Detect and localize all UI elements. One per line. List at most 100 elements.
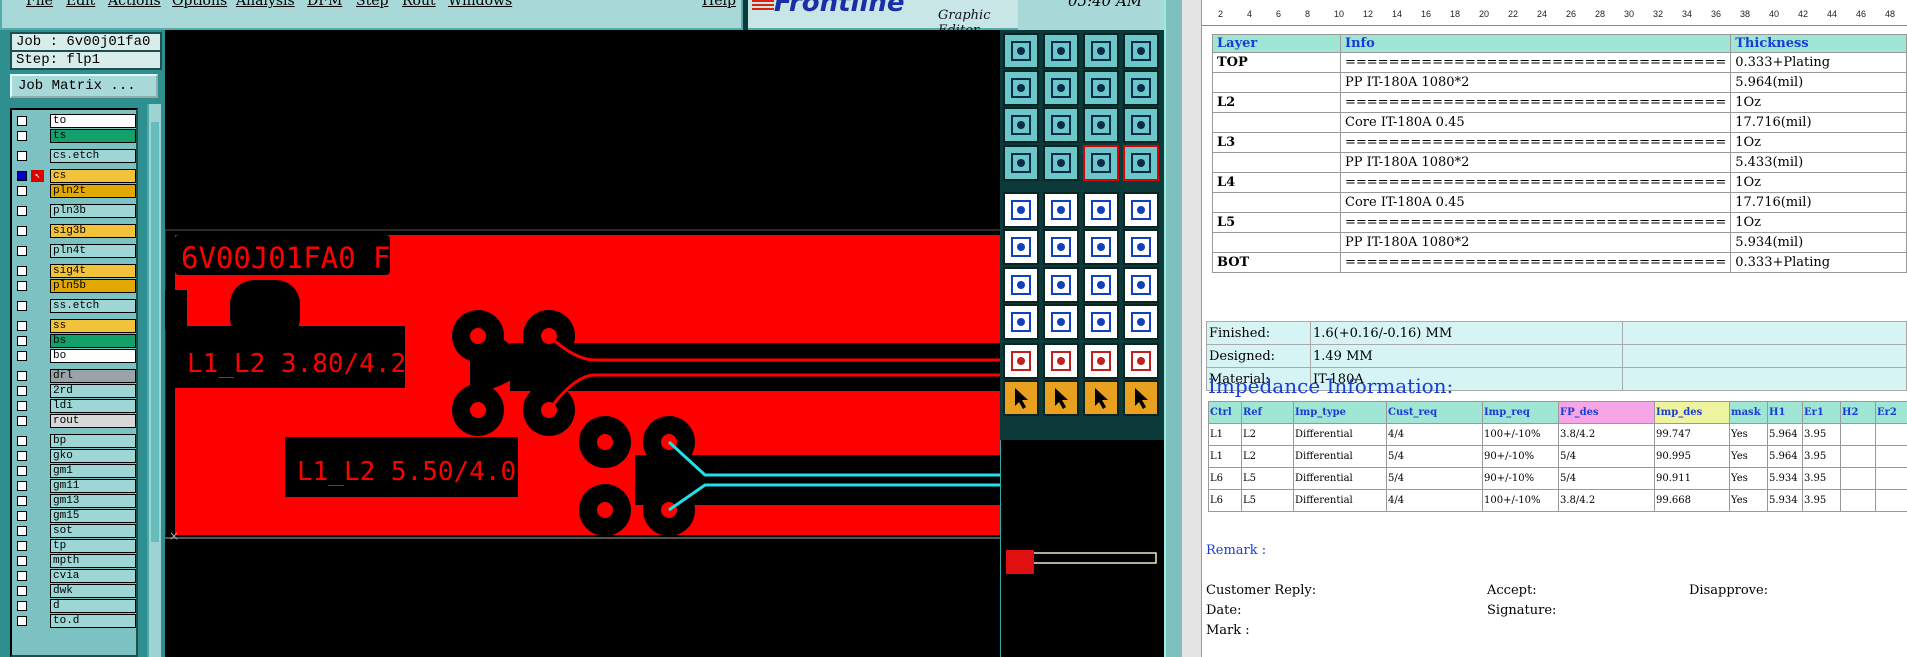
layer-name[interactable]: drl [50, 369, 136, 383]
zoom-center-icon[interactable] [1043, 107, 1079, 143]
layer-name[interactable]: cvia [50, 569, 136, 583]
layer-checkbox[interactable] [17, 556, 27, 566]
layer-checkbox[interactable] [17, 436, 27, 446]
group-icon[interactable] [1123, 304, 1159, 340]
layer-name[interactable]: sig4t [50, 264, 136, 278]
layer-checkbox[interactable] [17, 336, 27, 346]
document-page[interactable]: Layer Info Thickness TOP ================… [1204, 26, 1907, 657]
layer-row[interactable]: pln4t [14, 244, 138, 258]
layer-row[interactable]: sig3b [14, 224, 138, 238]
layer-checkbox[interactable] [17, 186, 27, 196]
layer-name[interactable]: mpth [50, 554, 136, 568]
layer-name[interactable]: to [50, 114, 136, 128]
layer-name[interactable]: ldi [50, 399, 136, 413]
layer-name[interactable]: gm13 [50, 494, 136, 508]
layer-row[interactable]: gm11 [14, 479, 138, 493]
layer-checkbox[interactable] [17, 481, 27, 491]
layer-name[interactable]: pln4t [50, 244, 136, 258]
job-matrix-button[interactable]: Job Matrix ... [10, 74, 158, 98]
strip-icon[interactable] [1083, 192, 1119, 228]
triangle-alt-icon[interactable] [1043, 343, 1079, 379]
pan-right-icon[interactable] [1043, 70, 1079, 106]
layer-checkbox[interactable] [17, 466, 27, 476]
layer-name[interactable]: ss.etch [50, 299, 136, 313]
layer-name[interactable]: pln3b [50, 204, 136, 218]
layer-name[interactable]: d [50, 599, 136, 613]
zoom-in-icon[interactable] [1003, 107, 1039, 143]
layer-row[interactable]: pln5b [14, 279, 138, 293]
layer-name[interactable]: bp [50, 434, 136, 448]
layer-checkbox[interactable] [17, 401, 27, 411]
layer-checkbox[interactable] [17, 586, 27, 596]
snap-icon[interactable] [1123, 70, 1159, 106]
layer-checkbox[interactable] [17, 541, 27, 551]
layer-row[interactable]: to.d [14, 614, 138, 628]
layer-name[interactable]: to.d [50, 614, 136, 628]
layer-name[interactable]: 2rd [50, 384, 136, 398]
layer-name[interactable]: gm11 [50, 479, 136, 493]
layer-row[interactable]: gm15 [14, 509, 138, 523]
layer-name[interactable]: ss [50, 319, 136, 333]
help-icon[interactable] [1123, 107, 1159, 143]
layer-checkbox[interactable] [17, 171, 27, 181]
layer-checkbox[interactable] [17, 496, 27, 506]
graphic-canvas[interactable]: 6V00J01FA0 FLP1 L1_L2 3.80/4.20 L1_L2 5.… [165, 30, 1000, 657]
layer-checkbox[interactable] [17, 601, 27, 611]
pad-icon[interactable] [1003, 192, 1039, 228]
layer-checkbox[interactable] [17, 281, 27, 291]
layer-row[interactable]: sig4t [14, 264, 138, 278]
layer-row[interactable]: pln3b [14, 204, 138, 218]
layer-name[interactable]: gm15 [50, 509, 136, 523]
layer-checkbox[interactable] [17, 226, 27, 236]
angle-icon[interactable] [1003, 267, 1039, 303]
trapezoid-alt-icon[interactable] [1123, 343, 1159, 379]
menu-dfm[interactable]: DFM [307, 0, 342, 9]
layer-checkbox[interactable] [17, 266, 27, 276]
layer-checkbox[interactable] [17, 151, 27, 161]
layer-row[interactable]: gm13 [14, 494, 138, 508]
layer-name[interactable]: sot [50, 524, 136, 538]
window-icon[interactable] [1123, 33, 1159, 69]
layer-name[interactable]: bo [50, 349, 136, 363]
menu-options[interactable]: Options [172, 0, 227, 9]
layer-checkbox[interactable] [17, 246, 27, 256]
layer-row[interactable]: ↖ cs [14, 169, 138, 183]
layer-row[interactable]: ss [14, 319, 138, 333]
select-box-icon[interactable] [1043, 380, 1079, 416]
menu-help[interactable]: Help [702, 0, 736, 9]
layer-name[interactable]: pln5b [50, 279, 136, 293]
select-grid-icon[interactable] [1123, 380, 1159, 416]
layer-checkbox[interactable] [17, 511, 27, 521]
layer-checkbox[interactable] [17, 571, 27, 581]
layer-name[interactable]: dwk [50, 584, 136, 598]
menu-windows[interactable]: Windows [448, 0, 512, 9]
layer-row[interactable]: cs.etch [14, 149, 138, 163]
menu-edit[interactable]: Edit [66, 0, 95, 9]
round-pad-icon[interactable] [1123, 192, 1159, 228]
layer-list-scrollbar[interactable] [147, 104, 161, 657]
delete-icon[interactable] [1043, 229, 1079, 265]
home-icon[interactable] [1083, 33, 1119, 69]
connect-icon[interactable] [1003, 229, 1039, 265]
layer-checkbox[interactable] [17, 321, 27, 331]
layer-name[interactable]: ts [50, 129, 136, 143]
layer-row[interactable]: gm1 [14, 464, 138, 478]
net-highlight-icon[interactable] [1083, 145, 1119, 181]
select-rotate-icon[interactable] [1083, 380, 1119, 416]
layer-row[interactable]: dwk [14, 584, 138, 598]
net-select-icon[interactable] [1123, 145, 1159, 181]
layer-row[interactable]: sot [14, 524, 138, 538]
layer-checkbox[interactable] [17, 386, 27, 396]
layer-row[interactable]: mpth [14, 554, 138, 568]
line-icon[interactable] [1043, 267, 1079, 303]
layer-checkbox[interactable] [17, 131, 27, 141]
layer-row[interactable]: drl [14, 369, 138, 383]
layer-row[interactable]: rout [14, 414, 138, 428]
move-pad-icon[interactable] [1123, 229, 1159, 265]
layer-name[interactable]: gm1 [50, 464, 136, 478]
layer-row[interactable]: pln2t [14, 184, 138, 198]
layer-row[interactable]: ss.etch [14, 299, 138, 313]
layer-row[interactable]: to [14, 114, 138, 128]
line-segment-icon[interactable] [1043, 304, 1079, 340]
layer-row[interactable]: bo [14, 349, 138, 363]
